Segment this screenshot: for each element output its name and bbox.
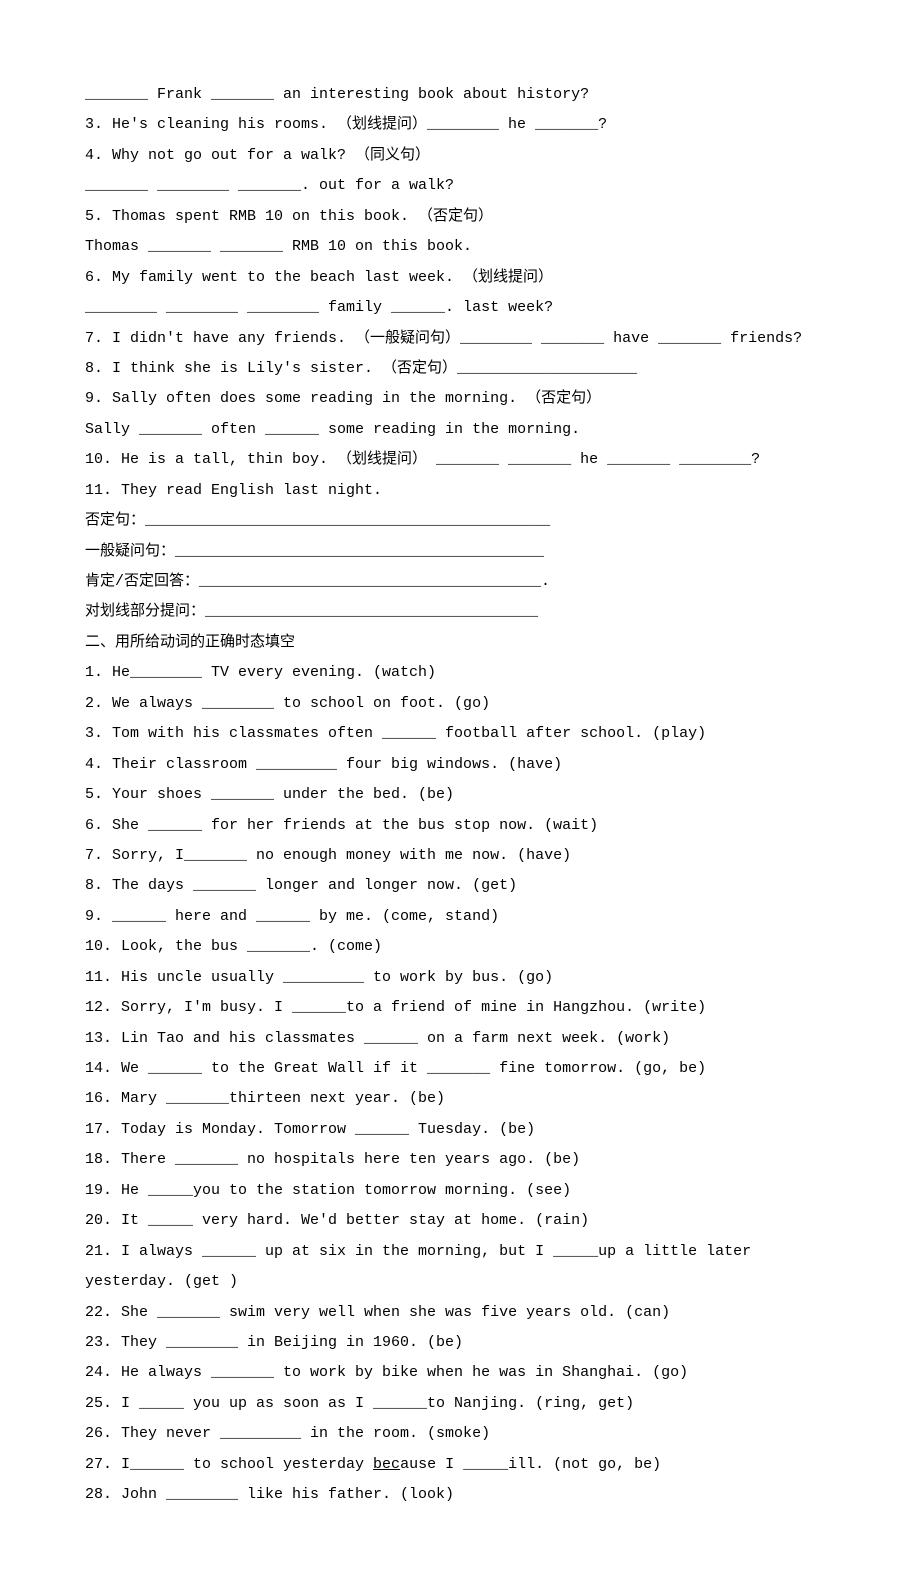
exercise-line: 1. He________ TV every evening. (watch) — [85, 658, 835, 688]
exercise-line: 8. I think she is Lily's sister. （否定句）__… — [85, 354, 835, 384]
exercise-line: 6. She ______ for her friends at the bus… — [85, 811, 835, 841]
exercise-line: 20. It _____ very hard. We'd better stay… — [85, 1206, 835, 1236]
exercise-line: 19. He _____you to the station tomorrow … — [85, 1176, 835, 1206]
exercise-line: 否定句：____________________________________… — [85, 506, 835, 536]
exercise-line: 3. Tom with his classmates often ______ … — [85, 719, 835, 749]
exercise-line: 7. Sorry, I_______ no enough money with … — [85, 841, 835, 871]
exercise-line: 12. Sorry, I'm busy. I ______to a friend… — [85, 993, 835, 1023]
exercise-line: 13. Lin Tao and his classmates ______ on… — [85, 1024, 835, 1054]
exercise-line: Thomas _______ _______ RMB 10 on this bo… — [85, 232, 835, 262]
exercise-line: 25. I _____ you up as soon as I ______to… — [85, 1389, 835, 1419]
exercise-line: 9. ______ here and ______ by me. (come, … — [85, 902, 835, 932]
exercise-line: 一般疑问句：__________________________________… — [85, 537, 835, 567]
exercise-line: 11. They read English last night. — [85, 476, 835, 506]
exercise-line: 4. Their classroom _________ four big wi… — [85, 750, 835, 780]
exercise-line: 5. Your shoes _______ under the bed. (be… — [85, 780, 835, 810]
exercise-line: 18. There _______ no hospitals here ten … — [85, 1145, 835, 1175]
exercise-line: 17. Today is Monday. Tomorrow ______ Tue… — [85, 1115, 835, 1145]
exercise-line: 23. They ________ in Beijing in 1960. (b… — [85, 1328, 835, 1358]
exercise-line: 11. His uncle usually _________ to work … — [85, 963, 835, 993]
underlined-word: bec — [373, 1456, 400, 1473]
exercise-line: 5. Thomas spent RMB 10 on this book. （否定… — [85, 202, 835, 232]
exercise-line: ________ ________ ________ family ______… — [85, 293, 835, 323]
exercise-line: 16. Mary _______thirteen next year. (be) — [85, 1084, 835, 1114]
exercise-line: 对划线部分提问：________________________________… — [85, 597, 835, 627]
exercise-line: _______ ________ _______. out for a walk… — [85, 171, 835, 201]
exercise-line: 4. Why not go out for a walk? （同义句） — [85, 141, 835, 171]
exercise-line: 9. Sally often does some reading in the … — [85, 384, 835, 414]
section-heading: 二、用所给动词的正确时态填空 — [85, 628, 835, 658]
exercise-line: 10. Look, the bus _______. (come) — [85, 932, 835, 962]
exercise-line: 3. He's cleaning his rooms. （划线提问）______… — [85, 110, 835, 140]
exercise-line: 8. The days _______ longer and longer no… — [85, 871, 835, 901]
document-page: _______ Frank _______ an interesting boo… — [0, 0, 920, 1591]
exercise-line: 14. We ______ to the Great Wall if it __… — [85, 1054, 835, 1084]
exercise-line: Sally _______ often ______ some reading … — [85, 415, 835, 445]
exercise-line: 肯定/否定回答：________________________________… — [85, 567, 835, 597]
exercise-line: 26. They never _________ in the room. (s… — [85, 1419, 835, 1449]
exercise-line: 24. He always _______ to work by bike wh… — [85, 1358, 835, 1388]
exercise-line: 21. I always ______ up at six in the mor… — [85, 1237, 835, 1298]
exercise-line: 28. John ________ like his father. (look… — [85, 1480, 835, 1510]
exercise-line: _______ Frank _______ an interesting boo… — [85, 80, 835, 110]
exercise-line: 7. I didn't have any friends. （一般疑问句）___… — [85, 324, 835, 354]
exercise-line: 22. She _______ swim very well when she … — [85, 1298, 835, 1328]
exercise-line: 6. My family went to the beach last week… — [85, 263, 835, 293]
exercise-line: 2. We always ________ to school on foot.… — [85, 689, 835, 719]
exercise-line: 27. I______ to school yesterday because … — [85, 1450, 835, 1480]
exercise-line: 10. He is a tall, thin boy. （划线提问） _____… — [85, 445, 835, 475]
